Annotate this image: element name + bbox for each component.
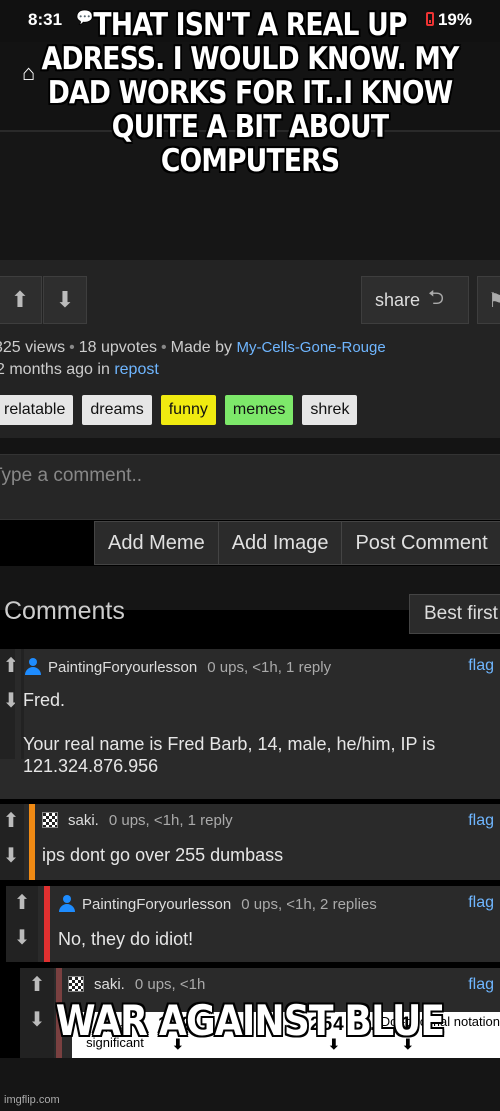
arrow-up-icon: ⬆ <box>10 287 30 312</box>
share-icon: ⮌ <box>428 287 445 309</box>
comment-votes: ⬆ ⬇ <box>0 804 24 880</box>
comment-thread-bar <box>44 886 50 962</box>
flag-link[interactable]: flag <box>468 812 494 830</box>
comment-header: saki. 0 ups, <1h, 1 reply <box>42 812 233 829</box>
flag-icon: ⚑ <box>488 289 500 312</box>
post-comment-button[interactable]: Post Comment <box>342 522 500 564</box>
sort-select[interactable]: Best first <box>409 594 500 634</box>
comment-header: PaintingForyourlesson 0 ups, <1h, 1 reply <box>24 657 331 676</box>
comment-stats: 0 ups, <1h, 1 reply <box>108 812 233 829</box>
flag-post-button[interactable]: ⚑ <box>477 276 500 324</box>
comment-user[interactable]: saki. <box>68 812 99 829</box>
tag[interactable]: funny <box>160 395 216 425</box>
comment-user[interactable]: PaintingForyourlesson <box>82 896 231 913</box>
comment-thread-bar <box>15 649 21 799</box>
post-panel: ⬆ ⬇ share ⮌ ⚑ 325 views • 18 upvotes • Made … <box>0 260 500 438</box>
comment-header: PaintingForyourlesson 0 ups, <1h, 2 repli… <box>58 894 377 913</box>
avatar <box>24 657 42 675</box>
meme-caption-top: THAT ISN'T A REAL UP ADRESS. I WOULD KNO… <box>41 7 460 179</box>
share-label: share <box>375 289 421 310</box>
arrow-up-icon[interactable]: ⬆ <box>3 808 20 833</box>
watermark: imgflip.com <box>4 1094 60 1106</box>
comments-title: Comments <box>4 597 125 625</box>
arrow-down-icon: ⬇ <box>55 287 75 312</box>
footer-area <box>0 1058 500 1111</box>
stream-link[interactable]: repost <box>114 361 158 378</box>
comment: ⬆ ⬇ PaintingForyourlesson 0 ups, <1h, 1 r… <box>0 649 500 799</box>
post-origin: 2 months ago in repost <box>0 361 159 379</box>
comment-text: Your real name is Fred Barb, 14, male, h… <box>23 734 436 754</box>
comment-text: ips dont go over 255 dumbass <box>42 845 284 865</box>
comment-text: Fred. <box>23 690 66 710</box>
upvotes-count: 18 upvotes <box>78 339 158 356</box>
tag[interactable]: shrek <box>302 395 358 425</box>
home-icon[interactable]: ⌂ <box>22 60 35 86</box>
comment-actions: Add Meme Add Image Post Comment <box>94 521 500 565</box>
comment-body: Fred. Your real name is Fred Barb, 14, m… <box>23 689 493 777</box>
comment-header: saki. 0 ups, <1h <box>68 976 205 993</box>
author-link[interactable]: My-Cells-Gone-Rouge <box>236 339 385 356</box>
downvote-button[interactable]: ⬇ <box>43 276 87 324</box>
comment-text: No, they do idiot! <box>58 929 194 949</box>
tag[interactable]: relatable <box>0 395 74 425</box>
tag[interactable]: dreams <box>82 395 152 425</box>
comment: ⬆ ⬇ PaintingForyourlesson 0 ups, <1h, 2 r… <box>6 886 500 962</box>
flag-link[interactable]: flag <box>468 657 494 675</box>
comment-votes: ⬆ ⬇ <box>6 886 38 962</box>
comment-input[interactable]: Type a comment.. <box>0 454 500 520</box>
arrow-down-icon[interactable]: ⬇ <box>14 925 31 950</box>
views-count: 325 views <box>0 339 66 356</box>
upvote-button[interactable]: ⬆ <box>0 276 42 324</box>
arrow-up-icon[interactable]: ⬆ <box>14 890 31 915</box>
flag-link[interactable]: flag <box>468 976 494 994</box>
spacer <box>0 438 500 454</box>
arrow-up-icon[interactable]: ⬆ <box>29 972 46 997</box>
add-meme-button[interactable]: Add Meme <box>95 522 219 564</box>
comment-stats: 0 ups, <1h <box>134 976 206 993</box>
comment-stats: 0 ups, <1h, 2 replies <box>241 896 377 913</box>
arrow-down-icon[interactable]: ⬇ <box>3 843 20 868</box>
tag[interactable]: memes <box>224 395 294 425</box>
comment-placeholder: Type a comment.. <box>0 465 143 486</box>
share-button[interactable]: share ⮌ <box>361 276 469 324</box>
avatar <box>68 976 84 992</box>
post-stats: 325 views • 18 upvotes • Made by My-Cells-Go… <box>0 339 386 357</box>
avatar <box>58 894 76 912</box>
comment-thread-bar <box>29 804 35 880</box>
comment-text: 121.324.876.956 <box>23 756 159 776</box>
add-image-button[interactable]: Add Image <box>219 522 343 564</box>
flag-link[interactable]: flag <box>468 894 494 912</box>
comment-stats: 0 ups, <1h, 1 reply <box>207 659 332 676</box>
avatar <box>42 812 58 828</box>
comment-user[interactable]: saki. <box>94 976 125 993</box>
meme-caption-bottom: WAR AGAINST BLUE <box>55 996 445 1045</box>
comment: ⬆ ⬇ saki. 0 ups, <1h, 1 reply flag ips do… <box>0 804 500 880</box>
tag-list: relatable dreams funny memes shrek <box>0 395 358 425</box>
post-age: 2 months ago in <box>0 361 110 378</box>
comment-user[interactable]: PaintingForyourlesson <box>48 659 197 676</box>
made-by-label: Made by <box>170 339 233 356</box>
